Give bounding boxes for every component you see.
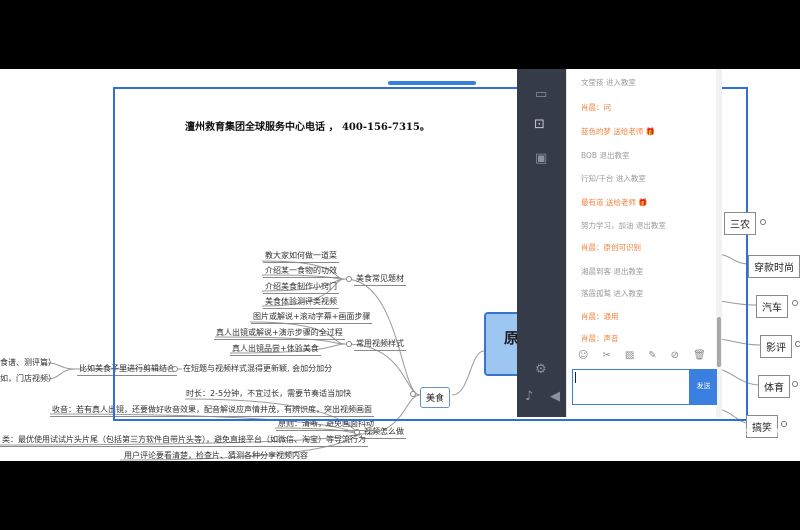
text-caret: [575, 372, 576, 383]
chat-message: 落霞孤鹜 进入教室: [581, 289, 644, 298]
tab-indicator: [388, 81, 476, 85]
collapse-ring[interactable]: [792, 300, 798, 306]
chat-message: 湘晨到客 退出教室: [581, 267, 644, 276]
chat-message: 文莹孩 进入教室: [581, 78, 636, 87]
speaker-icon[interactable]: ◀: [550, 389, 560, 404]
palette-icon: [606, 429, 613, 436]
node-sports[interactable]: 体育: [758, 375, 790, 398]
chat-input[interactable]: [572, 369, 690, 405]
node-agriculture[interactable]: 三农: [724, 212, 756, 235]
chat-message: 肖晨：声音: [581, 334, 619, 343]
collapse-ring[interactable]: [795, 341, 800, 347]
chat-message: 最有道 送给老师 🎁: [581, 197, 648, 208]
collapse-ring[interactable]: [760, 219, 766, 225]
mic-icon[interactable]: ♪: [525, 389, 533, 404]
gift-icon: 🎁: [638, 198, 648, 207]
leave-class-button[interactable]: ⏻ 下课: [743, 428, 796, 437]
power-icon: ⏻: [743, 428, 750, 437]
presentation-icon[interactable]: ⊡: [534, 117, 545, 132]
chat-message: 蓝色的梦 送给老师 🎁: [581, 126, 655, 137]
video-icon[interactable]: ▣: [535, 151, 547, 166]
whiteboard-label: 画板: [616, 428, 632, 437]
document-icon[interactable]: ▭: [535, 87, 547, 102]
chat-message: 肖晨：原创可识别: [581, 243, 641, 252]
chat-tools: ☺ ✂ ▨ ✎ ⊘ 🗑: [578, 350, 720, 361]
node-fashion[interactable]: 穿款时尚: [748, 255, 800, 278]
node-reviews[interactable]: 影评: [760, 335, 792, 358]
emoji-icon[interactable]: ☺: [578, 350, 588, 361]
chat-message-text: 最有道 送给老师: [581, 198, 636, 207]
trash-icon[interactable]: 🗑: [693, 350, 706, 361]
how-leaf-comments: 用户评论要看清楚，检查片、猜测各种分享视频内容: [122, 451, 310, 461]
chat-message: 努力学习，加油 退出教室: [581, 221, 666, 230]
mic-toggle-label: 开启麦克风: [672, 428, 713, 437]
node-cars[interactable]: 汽车: [756, 295, 788, 318]
left-note-2: 如，门店视频）: [0, 374, 56, 383]
screen-share-area: 澶州救育集团全球服务中心电话 ， 400-156-7315。 教大家如何做一道菜…: [0, 69, 800, 461]
block-icon[interactable]: ⊘: [671, 350, 679, 361]
chat-message: BOB 退出教室: [581, 151, 630, 160]
scissors-icon[interactable]: ✂: [602, 350, 610, 361]
chat-message-text: 蓝色的梦 送给老师: [581, 127, 644, 136]
collapse-ring[interactable]: [792, 381, 798, 387]
leave-class-label: 下课: [765, 428, 782, 437]
how-leaf-avoid: 类：最优使用试试片头片尾（包括第三方软件自带片头等），避免直接平台（如微信、淘宝…: [0, 435, 368, 447]
mic-toggle-button[interactable]: 开启麦克风: [662, 428, 727, 437]
edit-icon[interactable]: ✎: [648, 350, 656, 361]
mic-toggle-icon: [662, 429, 670, 436]
left-note-1: 食谱、测评篇）: [0, 358, 56, 367]
gift-icon: 🎁: [645, 127, 656, 136]
settings-icon[interactable]: ⚙: [535, 362, 547, 377]
chat-message: 肖晨：通用: [581, 312, 619, 321]
whiteboard-button[interactable]: 画板: [606, 428, 646, 437]
chat-message: 肖晨：问: [581, 103, 611, 112]
chat-message: 行知/千台 进入教室: [581, 174, 646, 183]
vertical-toolbar: ▭ ⊡ ▣ ⚙ ♪ ◀: [517, 69, 566, 417]
classroom-bottom-bar: 画板 开启麦克风 ⏻ 下课: [606, 427, 800, 438]
image-icon[interactable]: ▨: [625, 350, 634, 361]
chat-panel: 文莹孩 进入教室 肖晨：问 蓝色的梦 送给老师 🎁 BOB 退出教室 行知/千台…: [566, 69, 717, 417]
send-button[interactable]: 发送: [690, 369, 717, 405]
